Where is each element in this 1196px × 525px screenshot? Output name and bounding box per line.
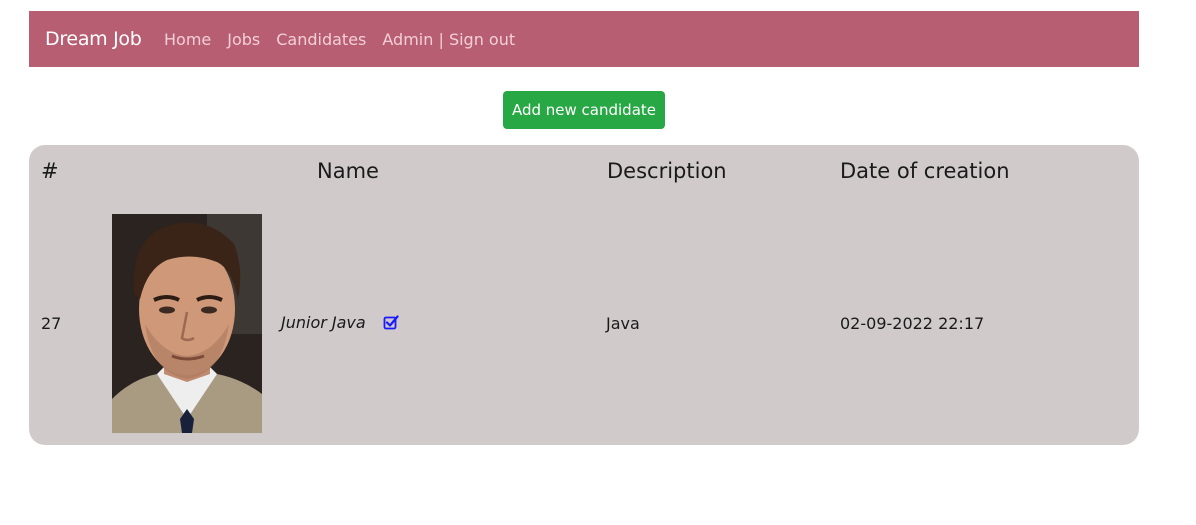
row-date: 02-09-2022 22:17: [840, 314, 985, 333]
add-candidate-button[interactable]: Add new candidate: [503, 91, 665, 129]
row-description: Java: [606, 314, 640, 333]
header-number: #: [41, 159, 59, 183]
candidate-photo: [112, 214, 262, 433]
brand-link[interactable]: Dream Job: [45, 28, 142, 50]
navbar: Dream Job Home Jobs Candidates Admin | S…: [29, 11, 1139, 67]
header-date: Date of creation: [840, 159, 1010, 183]
candidates-table: # Name Description Date of creation 27 J…: [29, 145, 1139, 445]
candidate-name-link[interactable]: Junior Java: [281, 313, 366, 332]
nav-link-home[interactable]: Home: [164, 30, 211, 49]
edit-checkbox-icon[interactable]: [383, 314, 399, 330]
nav-links: Home Jobs Candidates Admin | Sign out: [164, 30, 515, 49]
nav-link-candidates[interactable]: Candidates: [276, 30, 366, 49]
row-id: 27: [41, 314, 62, 333]
header-description: Description: [607, 159, 727, 183]
nav-link-jobs[interactable]: Jobs: [227, 30, 260, 49]
header-name: Name: [317, 159, 379, 183]
nav-link-sign-out[interactable]: Admin | Sign out: [382, 30, 515, 49]
